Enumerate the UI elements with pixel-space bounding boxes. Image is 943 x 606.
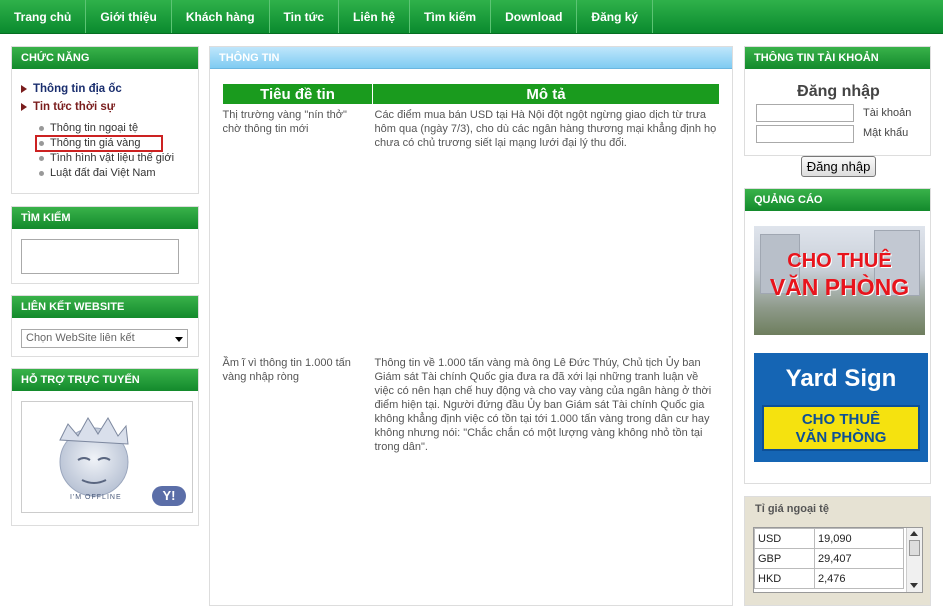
table-row: HKD 2,476 xyxy=(754,568,904,589)
lien-ket-header: LIÊN KẾT WEBSITE xyxy=(12,296,198,318)
table-row: USD 19,090 xyxy=(754,528,904,549)
scroll-up-icon[interactable] xyxy=(910,531,918,536)
top-navigation: Trang chủ Giới thiệu Khách hàng Tin tức … xyxy=(0,0,943,34)
arrow-icon xyxy=(21,84,27,93)
link-tin-tuc-thoi-su[interactable]: Tin tức thời sự xyxy=(21,101,115,113)
bullet-icon xyxy=(39,170,44,176)
nav-trang-chu[interactable]: Trang chủ xyxy=(0,0,87,33)
ad-banner-yard-sign[interactable]: Yard Sign CHO THUÊ VĂN PHÒNG xyxy=(754,353,928,462)
username-input[interactable] xyxy=(756,104,854,122)
fx-rate: 29,407 xyxy=(814,548,904,569)
news-title[interactable]: Thị trường vàng "nín thở" chờ thông tin … xyxy=(223,105,373,353)
password-label: Mật khẩu xyxy=(863,127,909,139)
ad2-line1: CHO THUÊ xyxy=(801,411,881,428)
thong-tin-header: THÔNG TIN xyxy=(210,47,732,69)
link-luat-dat-dai[interactable]: Luật đất đai Việt Nam xyxy=(39,167,156,179)
yahoo-logo: Y! xyxy=(152,486,186,506)
fx-rate: 2,476 xyxy=(814,568,904,589)
yahoo-status-widget[interactable]: I'M OFFLINE Y! xyxy=(21,401,193,513)
table-row: GBP 29,407 xyxy=(754,548,904,569)
nav-dang-ky[interactable]: Đăng ký xyxy=(577,0,654,33)
ho-tro-header: HỖ TRỢ TRỰC TUYẾN xyxy=(12,369,198,391)
table-row: Thị trường vàng "nín thở" chờ thông tin … xyxy=(223,105,720,353)
nav-khach-hang[interactable]: Khách hàng xyxy=(172,0,270,33)
chevron-down-icon xyxy=(175,337,183,342)
account-panel: THÔNG TIN TÀI KHOẢN Đăng nhập Tài khoản … xyxy=(744,46,931,156)
offline-status: I'M OFFLINE xyxy=(70,494,122,501)
ads-header: QUẢNG CÁO xyxy=(745,189,930,211)
fx-currency: GBP xyxy=(754,548,815,569)
scroll-thumb[interactable] xyxy=(909,540,920,556)
password-input[interactable] xyxy=(756,125,854,143)
website-select-value: Chọn WebSite liên kết xyxy=(26,332,135,344)
ad2-brand: Yard Sign xyxy=(785,365,897,392)
chuc-nang-header: CHỨC NĂNG xyxy=(12,47,198,69)
account-header: THÔNG TIN TÀI KHOẢN xyxy=(745,47,930,69)
bullet-icon xyxy=(39,125,44,131)
fx-panel: Tỉ giá ngoại tệ USD 19,090 GBP 29,407 HKD 2… xyxy=(744,496,931,606)
news-table: Tiêu đề tin Mô tả Thị trường vàng "nín t… xyxy=(222,83,720,457)
fx-rate: 19,090 xyxy=(814,528,904,549)
highlight-box xyxy=(35,135,163,152)
col-header-mo-ta: Mô tả xyxy=(372,83,720,105)
nav-lien-he[interactable]: Liên hệ xyxy=(339,0,411,33)
link-thong-tin-ngoai-te[interactable]: Thông tin ngoại tệ xyxy=(39,122,138,134)
username-label: Tài khoản xyxy=(863,107,912,119)
ad-banner-office[interactable]: CHO THUÊ VĂN PHÒNG xyxy=(754,226,925,335)
tim-kiem-panel: TÌM KIẾM xyxy=(11,206,199,284)
login-button[interactable]: Đăng nhập xyxy=(801,156,876,177)
login-heading: Đăng nhập xyxy=(797,83,880,100)
news-title[interactable]: Ầm ĩ vì thông tin 1.000 tấn vàng nhập rò… xyxy=(223,353,373,457)
fx-table: USD 19,090 GBP 29,407 HKD 2,476 xyxy=(754,528,904,589)
ad1-line2: VĂN PHÒNG xyxy=(769,274,910,300)
ad2-sign: CHO THUÊ VĂN PHÒNG xyxy=(762,405,920,451)
fx-table-frame: USD 19,090 GBP 29,407 HKD 2,476 xyxy=(753,527,923,593)
fx-currency: USD xyxy=(754,528,815,549)
chuc-nang-panel: CHỨC NĂNG Thông tin địa ốc Tin tức thời … xyxy=(11,46,199,194)
tim-kiem-header: TÌM KIẾM xyxy=(12,207,198,229)
nav-gioi-thieu[interactable]: Giới thiệu xyxy=(86,0,172,33)
link-thong-tin-dia-oc[interactable]: Thông tin địa ốc xyxy=(21,83,122,95)
table-row: Ầm ĩ vì thông tin 1.000 tấn vàng nhập rò… xyxy=(223,353,720,457)
fx-currency: HKD xyxy=(754,568,815,589)
news-desc: Thông tin về 1.000 tấn vàng mà ông Lê Đứ… xyxy=(374,356,712,453)
ads-panel: QUẢNG CÁO CHO THUÊ VĂN PHÒNG Yard Sign C… xyxy=(744,188,931,484)
bullet-icon xyxy=(39,155,44,161)
nav-tin-tuc[interactable]: Tin tức xyxy=(270,0,340,33)
search-input[interactable] xyxy=(21,239,179,274)
ad1-line1: CHO THUÊ xyxy=(787,250,892,272)
news-desc: Các điểm mua bán USD tại Hà Nội đột ngột… xyxy=(374,109,717,149)
link-tinh-hinh-vat-lieu[interactable]: Tình hình vật liệu thế giới xyxy=(39,152,174,164)
col-header-tieu-de: Tiêu đề tin xyxy=(222,83,373,105)
ho-tro-panel: HỖ TRỢ TRỰC TUYẾN I'M OFFLINE Y! xyxy=(11,368,199,526)
website-select[interactable]: Chọn WebSite liên kết xyxy=(21,329,188,348)
fx-title: Tỉ giá ngoại tệ xyxy=(755,503,829,515)
arrow-icon xyxy=(21,102,27,111)
nav-download[interactable]: Download xyxy=(491,0,578,33)
nav-tim-kiem[interactable]: Tìm kiếm xyxy=(410,0,492,33)
ad2-line2: VĂN PHÒNG xyxy=(795,429,887,446)
thong-tin-panel: THÔNG TIN Tiêu đề tin Mô tả Thị trường v… xyxy=(209,46,733,606)
scroll-down-icon[interactable] xyxy=(910,583,918,588)
lien-ket-panel: LIÊN KẾT WEBSITE Chọn WebSite liên kết xyxy=(11,295,199,357)
fx-scrollbar[interactable] xyxy=(906,528,922,592)
